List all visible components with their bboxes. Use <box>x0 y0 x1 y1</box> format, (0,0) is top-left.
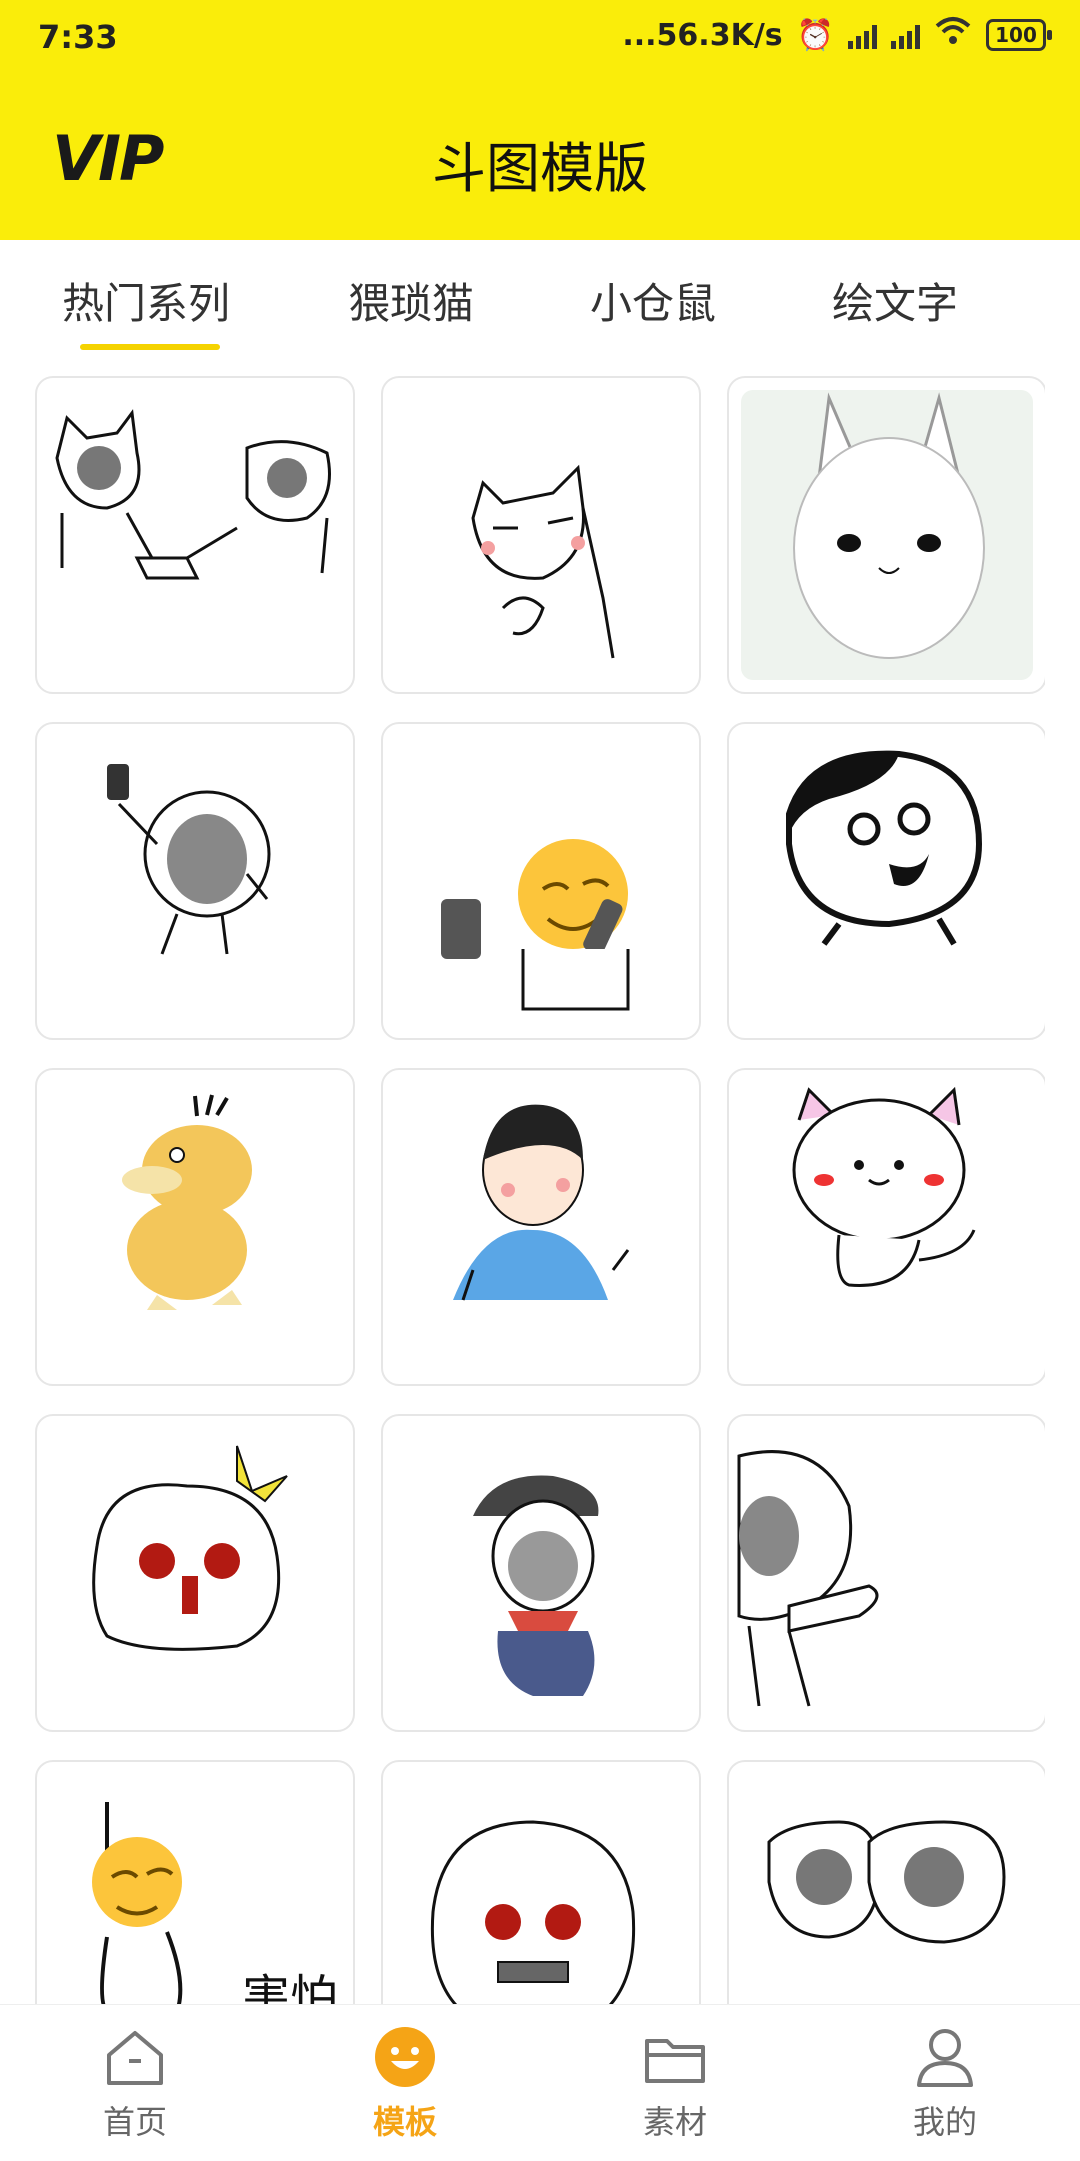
template-card[interactable] <box>727 722 1045 1040</box>
template-card[interactable] <box>727 1414 1045 1732</box>
smile-face-icon <box>375 2027 435 2087</box>
template-card[interactable] <box>381 1760 701 2006</box>
template-card[interactable] <box>381 376 701 694</box>
template-card[interactable] <box>727 1760 1045 2006</box>
signal-icon <box>848 21 877 49</box>
peeking-face-meme <box>737 1450 879 1707</box>
app-header: 7:33 ...56.3K/s ⏰ 100 VIP 斗图模版 <box>0 0 1080 240</box>
nav-home-label: 首页 <box>102 2103 167 2141</box>
bottom-nav: 首页 模板 素材 我的 <box>0 2004 1080 2161</box>
battery-icon: 100 <box>986 19 1052 51</box>
nav-template-label: 模板 <box>372 2103 437 2141</box>
nav-material[interactable]: 素材 <box>575 2025 775 2143</box>
cat-bear-handshake-meme <box>55 409 331 580</box>
tab-little-hamster[interactable]: 小仓鼠 <box>590 270 716 331</box>
network-speed: ...56.3K/s <box>622 17 783 53</box>
user-icon <box>917 2029 973 2087</box>
home-icon <box>107 2031 163 2085</box>
template-card[interactable] <box>35 376 355 694</box>
template-card[interactable] <box>381 1068 701 1386</box>
nav-mine-label: 我的 <box>912 2103 977 2141</box>
template-grid: 害怕 <box>35 376 1045 2006</box>
crying-boy-meme <box>473 1475 599 1696</box>
big-head-smile-meme <box>786 750 983 946</box>
page-title: 斗图模版 <box>432 137 648 200</box>
tab-hot-series[interactable]: 热门系列 <box>62 270 230 331</box>
nav-material-label: 素材 <box>642 2103 707 2141</box>
folder-icon <box>645 2039 705 2083</box>
template-card[interactable] <box>727 1068 1045 1386</box>
alarm-icon: ⏰ <box>796 17 834 53</box>
nav-home[interactable]: 首页 <box>35 2025 235 2143</box>
status-icons: ...56.3K/s ⏰ 100 <box>622 16 1052 54</box>
tab-wretched-cat[interactable]: 猥琐猫 <box>348 270 474 331</box>
selfie-face-meme <box>107 764 271 955</box>
template-card[interactable] <box>35 722 355 1040</box>
template-card[interactable] <box>35 1068 355 1386</box>
white-cat-blush-meme <box>792 1086 976 1287</box>
double-bear-meme <box>767 1820 1006 1944</box>
boy-pointing-meme <box>453 1104 630 1301</box>
sly-cat-meme <box>471 464 615 659</box>
signal-icon <box>891 21 920 49</box>
template-card[interactable] <box>381 722 701 1040</box>
nav-mine[interactable]: 我的 <box>845 2025 1045 2143</box>
template-card[interactable] <box>727 376 1045 694</box>
template-caption: 害怕 <box>242 1970 339 2006</box>
template-card[interactable] <box>381 1414 701 1732</box>
emoji-phone-call-meme <box>441 839 630 1011</box>
nervous-girl-meme <box>430 1820 636 2006</box>
category-tabs: 热门系列 猥琐猫 小仓鼠 绘文字 <box>0 240 1080 350</box>
wifi-icon <box>934 16 972 54</box>
tab-emoji-text[interactable]: 绘文字 <box>832 270 958 331</box>
template-card[interactable]: 害怕 <box>35 1760 355 2006</box>
nav-template[interactable]: 模板 <box>305 2025 505 2143</box>
active-tab-indicator <box>80 344 220 350</box>
template-card[interactable] <box>35 1414 355 1732</box>
shy-bunny-meme <box>741 390 1033 680</box>
status-bar: 7:33 ...56.3K/s ⏰ 100 <box>0 0 1080 75</box>
psyduck-meme <box>122 1094 252 1310</box>
crowned-girl-meme <box>92 1445 288 1651</box>
status-time: 7:33 <box>38 18 118 56</box>
